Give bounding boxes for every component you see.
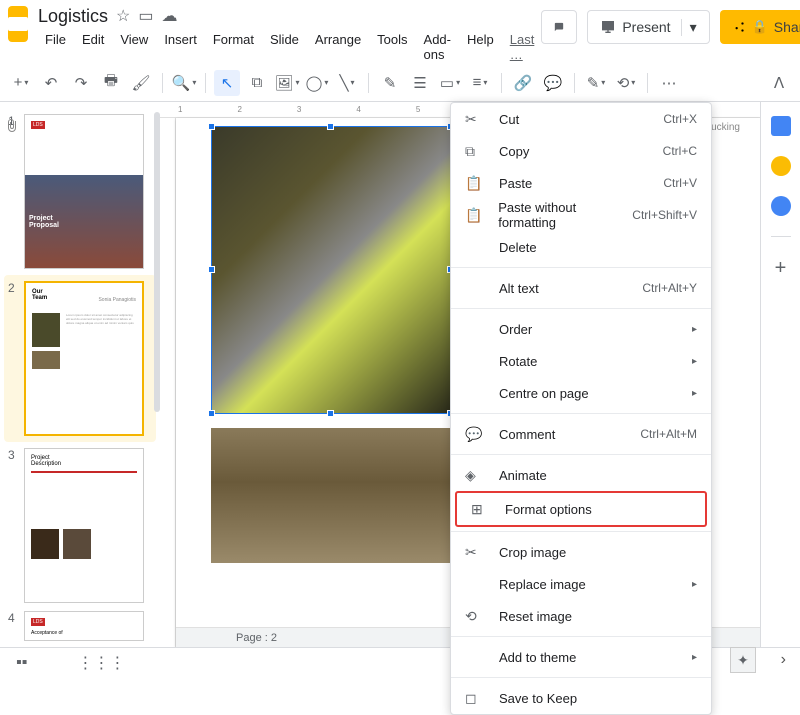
tasks-icon[interactable]	[771, 196, 791, 216]
line-tool[interactable]: ╲	[334, 70, 360, 96]
thumb-number: 4	[8, 611, 18, 641]
menu-file[interactable]: File	[38, 30, 73, 64]
context-copy[interactable]: ⧉CopyCtrl+C	[451, 135, 711, 167]
context-delete[interactable]: Delete	[451, 231, 711, 263]
paint-format-button[interactable]: 🖌	[128, 70, 154, 96]
menu-bar: File Edit View Insert Format Slide Arran…	[38, 30, 541, 64]
context-crop-image[interactable]: ✂Crop image	[451, 536, 711, 568]
keep-icon[interactable]	[771, 156, 791, 176]
thumb-number: 3	[8, 448, 18, 603]
image-tool[interactable]: 🖼	[274, 70, 300, 96]
add-addon-icon[interactable]: +	[775, 257, 787, 280]
cloud-icon[interactable]: ☁	[162, 6, 178, 26]
context-paste-without-formatting[interactable]: 📋Paste without formattingCtrl+Shift+V	[451, 199, 711, 231]
menu-addons[interactable]: Add-ons	[417, 30, 458, 64]
menu-view[interactable]: View	[113, 30, 155, 64]
slides-logo[interactable]	[8, 6, 28, 42]
zoom-button[interactable]: 🔍	[171, 70, 197, 96]
context-format-options[interactable]: ⊞Format options	[457, 493, 705, 525]
crop-button[interactable]: ✎	[377, 70, 403, 96]
menu-insert[interactable]: Insert	[157, 30, 204, 64]
replace-image-button[interactable]: ✎	[583, 70, 609, 96]
redo-button[interactable]: ↷	[68, 70, 94, 96]
context-centre-on-page[interactable]: Centre on page▸	[451, 377, 711, 409]
slide-thumbnail-1[interactable]: LDS ProjectProposal	[24, 114, 144, 269]
menu-format[interactable]: Format	[206, 30, 261, 64]
copy-icon: ⧉	[465, 143, 485, 160]
animate-icon: ◈	[465, 467, 485, 484]
context-comment[interactable]: 💬CommentCtrl+Alt+M	[451, 418, 711, 450]
slide-thumbnail-4[interactable]: LDS Acceptance of	[24, 611, 144, 641]
star-icon[interactable]: ☆	[116, 6, 130, 26]
crop-icon: ✂	[465, 544, 485, 561]
format-options-icon: ⊞	[471, 501, 491, 518]
paste-icon: 📋	[465, 175, 485, 192]
context-rotate[interactable]: Rotate▸	[451, 345, 711, 377]
link-button[interactable]: 🔗	[510, 70, 536, 96]
border-color-button[interactable]: ▭	[437, 70, 463, 96]
mask-button[interactable]: ☰	[407, 70, 433, 96]
vertical-ruler	[160, 118, 176, 647]
share-button[interactable]: 🔒 Share	[720, 10, 800, 44]
share-label: Share	[774, 19, 800, 35]
comment-icon: 💬	[465, 426, 485, 443]
calendar-icon[interactable]	[771, 116, 791, 136]
slides-panel: 1 LDS ProjectProposal 2 OurTeam Sonia Pa…	[0, 102, 160, 647]
slide-thumbnail-3[interactable]: ProjectDescription	[24, 448, 144, 603]
cut-icon: ✂	[465, 111, 485, 128]
context-paste[interactable]: 📋PasteCtrl+V	[451, 167, 711, 199]
menu-tools[interactable]: Tools	[370, 30, 414, 64]
menu-arrange[interactable]: Arrange	[308, 30, 368, 64]
move-icon[interactable]: ▭	[138, 6, 153, 26]
slide-thumbnail-2[interactable]: OurTeam Sonia Panagiotis Lorem ipsum dol…	[24, 281, 144, 436]
thumb-number: 2	[8, 281, 18, 436]
context-cut[interactable]: ✂CutCtrl+X	[451, 103, 711, 135]
context-replace-image[interactable]: Replace image▸	[451, 568, 711, 600]
new-slide-button[interactable]: +	[8, 70, 34, 96]
select-tool[interactable]: ↖	[214, 70, 240, 96]
second-image[interactable]	[211, 428, 451, 563]
textbox-tool[interactable]: ⧉	[244, 70, 270, 96]
toolbar: + ↶ ↷ 🖶 🖌 🔍 ↖ ⧉ 🖼 ◯ ╲ ✎ ☰ ▭ ≡ 🔗 💬 ✎ ⟲ ⋯ …	[0, 64, 800, 102]
paste-plain-icon: 📋	[465, 207, 484, 224]
filmstrip-view-button[interactable]: ▪▪	[16, 654, 27, 672]
selected-image[interactable]	[211, 126, 451, 414]
menu-slide[interactable]: Slide	[263, 30, 306, 64]
present-label: Present	[622, 19, 670, 35]
hide-side-panel-button[interactable]: ›	[781, 651, 786, 669]
present-dropdown-icon[interactable]: ▾	[681, 19, 697, 36]
context-reset-image[interactable]: ⟲Reset image	[451, 600, 711, 632]
context-order[interactable]: Order▸	[451, 313, 711, 345]
reset-button[interactable]: ⟲	[613, 70, 639, 96]
thumb-number: 1	[8, 114, 18, 269]
explore-button[interactable]: ✦	[730, 647, 756, 673]
shape-tool[interactable]: ◯	[304, 70, 330, 96]
present-button[interactable]: Present ▾	[587, 10, 709, 44]
menu-edit[interactable]: Edit	[75, 30, 111, 64]
border-weight-button[interactable]: ≡	[467, 70, 493, 96]
context-add-to-theme[interactable]: Add to theme▸	[451, 641, 711, 673]
more-button[interactable]: ⋯	[656, 70, 682, 96]
keep-save-icon: ◻	[465, 690, 485, 707]
attachment-icon	[4, 118, 18, 132]
grid-view-button[interactable]: ⋮⋮⋮	[77, 653, 125, 673]
image-content	[212, 127, 450, 413]
context-alt-text[interactable]: Alt textCtrl+Alt+Y	[451, 272, 711, 304]
doc-title[interactable]: Logistics	[38, 6, 108, 27]
print-button[interactable]: 🖶	[98, 70, 124, 96]
undo-button[interactable]: ↶	[38, 70, 64, 96]
side-panel: +	[760, 102, 800, 647]
context-menu: ✂CutCtrl+X ⧉CopyCtrl+C 📋PasteCtrl+V 📋Pas…	[450, 102, 712, 715]
menu-last-edit[interactable]: Last …	[503, 30, 542, 64]
collapse-toolbar-button[interactable]: ᐱ	[766, 70, 792, 96]
context-save-to-keep[interactable]: ◻Save to Keep	[451, 682, 711, 714]
menu-help[interactable]: Help	[460, 30, 501, 64]
reset-icon: ⟲	[465, 608, 485, 625]
open-comments-button[interactable]	[541, 10, 577, 44]
context-animate[interactable]: ◈Animate	[451, 459, 711, 491]
comment-button[interactable]: 💬	[540, 70, 566, 96]
